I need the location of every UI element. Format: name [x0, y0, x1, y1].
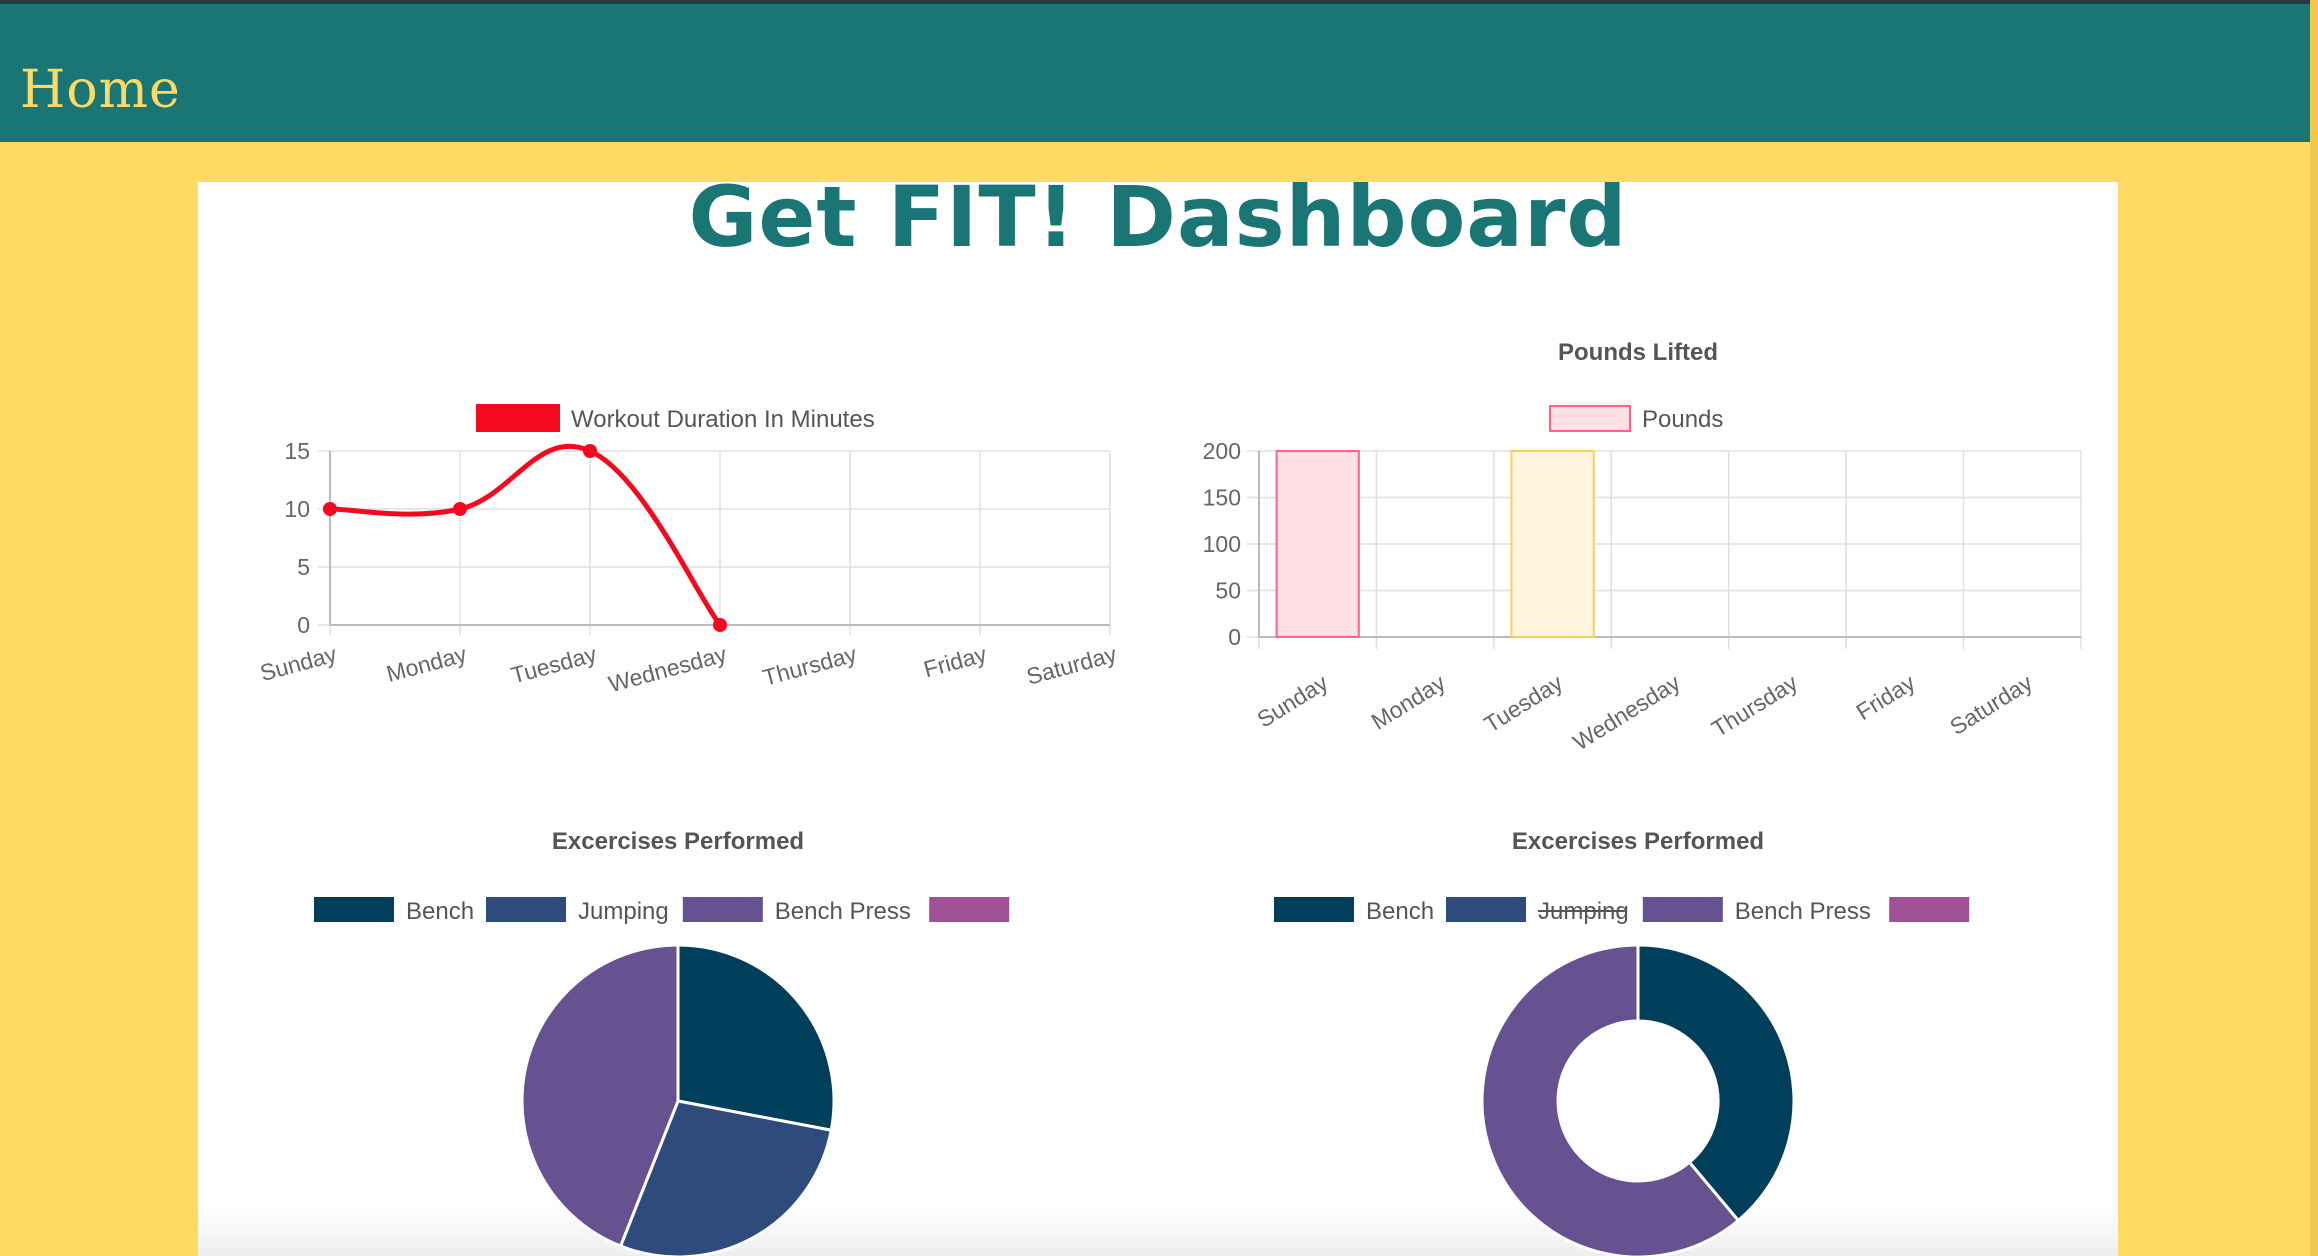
y-tick-label: 50	[1215, 578, 1241, 604]
y-tick-label: 100	[1203, 531, 1241, 557]
x-tick-label: Wednesday	[606, 641, 730, 698]
pounds-lifted-chart: Pounds Lifted Pounds 0 50 100 150 200 Sunday Mon…	[1203, 339, 2082, 755]
y-tick-label: 15	[284, 438, 310, 464]
x-tick-label: Sunday	[257, 641, 340, 686]
legend-label: Bench	[406, 898, 474, 925]
legend-label: Bench	[1366, 898, 1434, 925]
chart-title: Excercises Performed	[1512, 828, 1764, 855]
x-tick-label: Tuesday	[1479, 669, 1567, 738]
y-tick-label: 200	[1203, 438, 1241, 464]
bar[interactable]	[1510, 450, 1595, 638]
y-tick-label: 0	[1228, 624, 1241, 650]
legend-label: Workout Duration In Minutes	[571, 406, 875, 433]
legend-label: Bench Press	[1735, 898, 1871, 925]
charts-layer: Workout Duration In Minutes 0 5 10 15 Sunday M…	[257, 339, 2082, 1256]
legend-swatch[interactable]	[1549, 405, 1631, 432]
legend-swatch[interactable]	[1446, 897, 1526, 922]
data-point[interactable]	[713, 618, 727, 632]
legend-label: Jumping	[578, 898, 669, 925]
data-point[interactable]	[323, 502, 337, 516]
legend-label: Bench Press	[775, 898, 911, 925]
bar[interactable]	[1275, 450, 1360, 638]
x-tick-label: Thursday	[760, 641, 860, 691]
workout-duration-chart: Workout Duration In Minutes 0 5 10 15 Sunday M…	[257, 404, 1120, 697]
data-point[interactable]	[453, 502, 467, 516]
x-tick-label: Friday	[1852, 669, 1920, 725]
legend-swatch[interactable]	[1274, 897, 1354, 922]
x-tick-label: Friday	[921, 641, 990, 683]
y-tick-label: 0	[297, 612, 310, 638]
exercises-pie-chart: Excercises Performed Bench Jumping Bench Pr…	[314, 828, 1010, 1256]
data-point[interactable]	[583, 444, 597, 458]
x-tick-label: Tuesday	[508, 641, 600, 689]
chart-title: Pounds Lifted	[1558, 339, 1718, 366]
x-tick-label: Thursday	[1707, 669, 1803, 742]
x-tick-label: Monday	[384, 641, 470, 687]
legend-label: Pounds	[1642, 406, 1723, 433]
exercises-doughnut-chart: Excercises PerformedBench Jumping Bench Pr…	[1274, 828, 1970, 1256]
legend-swatch[interactable]	[929, 897, 1010, 922]
series-line	[329, 443, 723, 627]
legend-swatch[interactable]	[476, 404, 560, 432]
pie-slice[interactable]	[676, 943, 836, 1132]
y-tick-label: 150	[1203, 485, 1241, 511]
x-tick-label: Sunday	[1252, 669, 1332, 733]
legend-swatch[interactable]	[1889, 897, 1970, 922]
legend-swatch[interactable]	[314, 897, 394, 922]
legend-swatch[interactable]	[1642, 897, 1723, 922]
x-tick-label: Saturday	[1024, 641, 1120, 690]
chart-title: Excercises Performed	[552, 828, 804, 855]
x-tick-label: Saturday	[1945, 669, 2037, 740]
x-tick-label: Monday	[1367, 669, 1451, 735]
legend-swatch[interactable]	[682, 897, 763, 922]
x-tick-label: Wednesday	[1568, 669, 1685, 755]
legend-swatch[interactable]	[486, 897, 566, 922]
y-tick-label: 5	[297, 554, 310, 580]
y-tick-label: 10	[284, 496, 310, 522]
